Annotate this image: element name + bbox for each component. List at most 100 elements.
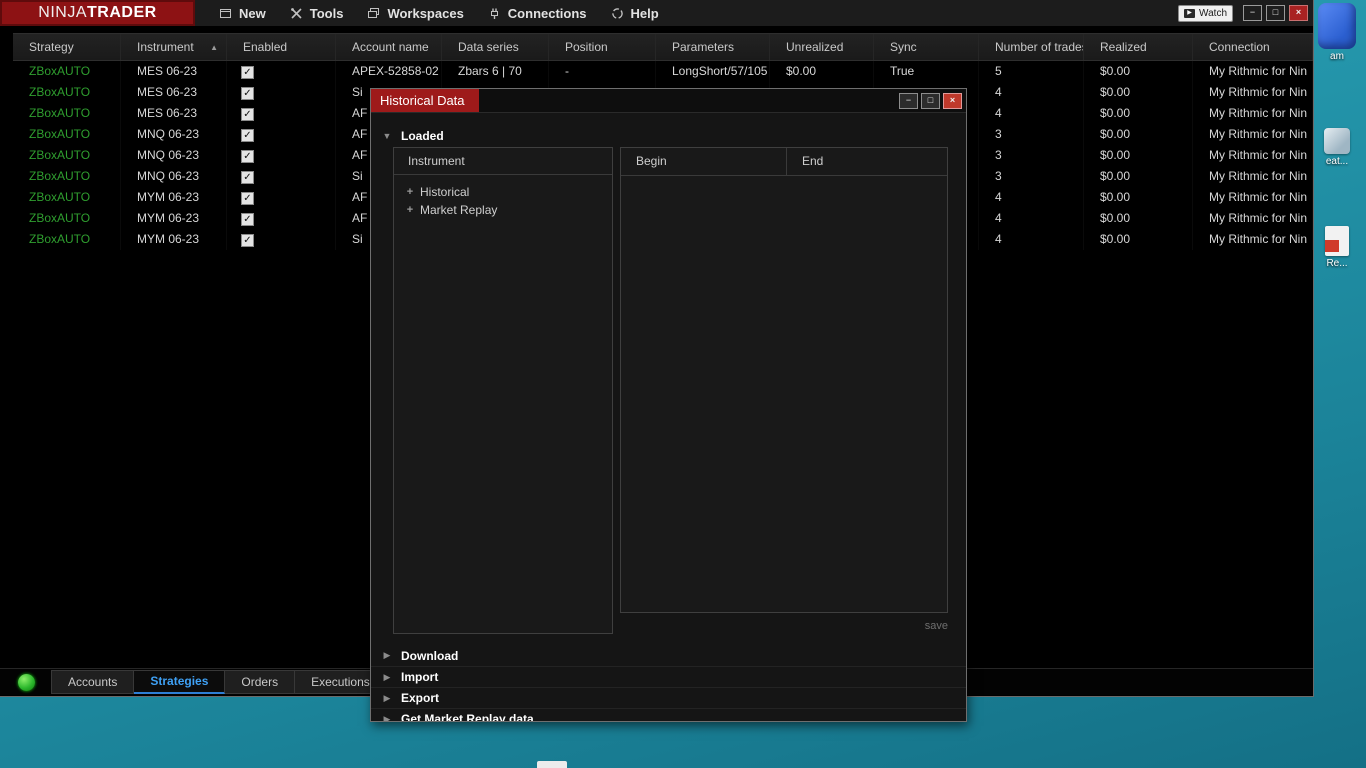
close-button[interactable]: ×: [1289, 5, 1308, 21]
column-header-sync[interactable]: Sync: [874, 34, 979, 60]
expand-plus-icon[interactable]: +: [406, 186, 414, 198]
enabled-checkbox[interactable]: ✓: [241, 66, 254, 79]
end-column-header[interactable]: End: [787, 148, 947, 175]
menu-help[interactable]: Help: [611, 6, 659, 21]
cell-parameters: LongShort/57/105: [656, 61, 770, 82]
collapsed-icon: ▶: [383, 713, 391, 722]
column-header-account-name[interactable]: Account name: [336, 34, 442, 60]
new-icon: [220, 8, 231, 18]
cell-enabled: ✓: [227, 208, 336, 229]
cell-strategy: ZBoxAUTO: [13, 166, 121, 187]
cell-realized: $0.00: [1084, 187, 1193, 208]
tab-accounts[interactable]: Accounts: [51, 670, 135, 694]
tree-item-label: Market Replay: [420, 203, 498, 217]
cell-connection: My Rithmic for Nin: [1193, 103, 1313, 124]
enabled-checkbox[interactable]: ✓: [241, 192, 254, 205]
tree-item-historical[interactable]: + Historical: [394, 183, 612, 201]
cell-strategy: ZBoxAUTO: [13, 82, 121, 103]
maximize-button[interactable]: □: [1266, 5, 1285, 21]
table-row[interactable]: ZBoxAUTO MES 06-23 ✓ APEX-52858-02 Zbars…: [13, 61, 1313, 82]
cell-number-of-trades: 4: [979, 103, 1084, 124]
watch-button[interactable]: ▶ Watch: [1178, 4, 1233, 22]
cell-enabled: ✓: [227, 103, 336, 124]
loaded-section-label: Loaded: [401, 129, 444, 143]
enabled-checkbox[interactable]: ✓: [241, 87, 254, 100]
column-header-parameters[interactable]: Parameters: [656, 34, 770, 60]
cell-strategy: ZBoxAUTO: [13, 124, 121, 145]
cell-instrument: MNQ 06-23: [121, 145, 227, 166]
enabled-checkbox[interactable]: ✓: [241, 150, 254, 163]
download-section-expander[interactable]: ▶ Download: [371, 645, 966, 666]
enabled-checkbox[interactable]: ✓: [241, 171, 254, 184]
get-market-replay-section-expander[interactable]: ▶ Get Market Replay data: [371, 708, 966, 722]
cell-realized: $0.00: [1084, 145, 1193, 166]
import-section-expander[interactable]: ▶ Import: [371, 666, 966, 687]
column-header-connection[interactable]: Connection: [1193, 34, 1313, 60]
desktop-icon-2[interactable]: eat...: [1314, 128, 1360, 167]
tab-strategies[interactable]: Strategies: [134, 670, 226, 694]
cell-connection: My Rithmic for Nin: [1193, 229, 1313, 250]
historical-data-dialog: Historical Data − □ × ▼ Loaded Instrumen…: [370, 88, 967, 722]
column-header-strategy[interactable]: Strategy: [13, 34, 121, 60]
cell-connection: My Rithmic for Nin: [1193, 124, 1313, 145]
cell-instrument: MES 06-23: [121, 61, 227, 82]
taskbar-peek-button[interactable]: [537, 761, 567, 768]
cell-enabled: ✓: [227, 82, 336, 103]
menubar: NINJA TRADER New Tools Workspaces Connec…: [0, 0, 1313, 27]
column-header-enabled[interactable]: Enabled: [227, 34, 336, 60]
instrument-column-header[interactable]: Instrument: [394, 148, 612, 175]
column-header-instrument[interactable]: Instrument ▲: [121, 34, 227, 60]
section-label: Import: [401, 670, 439, 684]
dialog-maximize-button[interactable]: □: [921, 92, 940, 109]
tree-item-market-replay[interactable]: + Market Replay: [394, 201, 612, 219]
cell-strategy: ZBoxAUTO: [13, 61, 121, 82]
desktop-icon-3[interactable]: Re...: [1314, 226, 1360, 269]
cell-instrument: MNQ 06-23: [121, 166, 227, 187]
collapsed-icon: ▶: [383, 671, 391, 682]
column-header-number-of-trades[interactable]: Number of trades: [979, 34, 1084, 60]
logo-text-ninja: NINJA: [38, 4, 88, 21]
connection-status-icon: [18, 673, 35, 691]
column-header-unrealized[interactable]: Unrealized: [770, 34, 874, 60]
export-section-expander[interactable]: ▶ Export: [371, 687, 966, 708]
save-button[interactable]: save: [925, 620, 948, 632]
dialog-minimize-button[interactable]: −: [899, 92, 918, 109]
menu-workspaces[interactable]: Workspaces: [367, 6, 464, 21]
cell-strategy: ZBoxAUTO: [13, 103, 121, 124]
cell-connection: My Rithmic for Nin: [1193, 61, 1313, 82]
logo-text-trader: TRADER: [87, 4, 157, 21]
tab-orders[interactable]: Orders: [225, 670, 296, 694]
dialog-titlebar[interactable]: Historical Data − □ ×: [371, 89, 966, 113]
menu-new[interactable]: New: [219, 6, 266, 21]
enabled-checkbox[interactable]: ✓: [241, 213, 254, 226]
gray-app-icon: [1324, 128, 1350, 154]
cell-enabled: ✓: [227, 166, 336, 187]
menu-label: Connections: [507, 5, 587, 21]
menu-tools[interactable]: Tools: [290, 6, 343, 21]
column-header-data-series[interactable]: Data series: [442, 34, 549, 60]
cell-realized: $0.00: [1084, 208, 1193, 229]
cell-enabled: ✓: [227, 124, 336, 145]
cell-strategy: ZBoxAUTO: [13, 208, 121, 229]
cell-unrealized: $0.00: [770, 61, 874, 82]
menu-connections[interactable]: Connections: [488, 6, 587, 21]
cell-connection: My Rithmic for Nin: [1193, 82, 1313, 103]
enabled-checkbox[interactable]: ✓: [241, 108, 254, 121]
minimize-button[interactable]: −: [1243, 5, 1262, 21]
instrument-list-panel: Instrument + Historical + Market Replay: [393, 147, 613, 634]
instrument-tree: + Historical + Market Replay: [394, 175, 612, 219]
cell-enabled: ✓: [227, 145, 336, 166]
dialog-close-button[interactable]: ×: [943, 92, 962, 109]
loaded-section-expander[interactable]: ▼ Loaded: [371, 127, 966, 145]
column-header-position[interactable]: Position: [549, 34, 656, 60]
expand-plus-icon[interactable]: +: [406, 204, 414, 216]
enabled-checkbox[interactable]: ✓: [241, 129, 254, 142]
cell-realized: $0.00: [1084, 61, 1193, 82]
cell-enabled: ✓: [227, 61, 336, 82]
begin-column-header[interactable]: Begin: [621, 148, 787, 175]
enabled-checkbox[interactable]: ✓: [241, 234, 254, 247]
blue-app-icon: [1318, 3, 1356, 49]
menu-label: Help: [630, 5, 659, 21]
desktop-icon-1[interactable]: am: [1314, 3, 1360, 62]
column-header-realized[interactable]: Realized: [1084, 34, 1193, 60]
